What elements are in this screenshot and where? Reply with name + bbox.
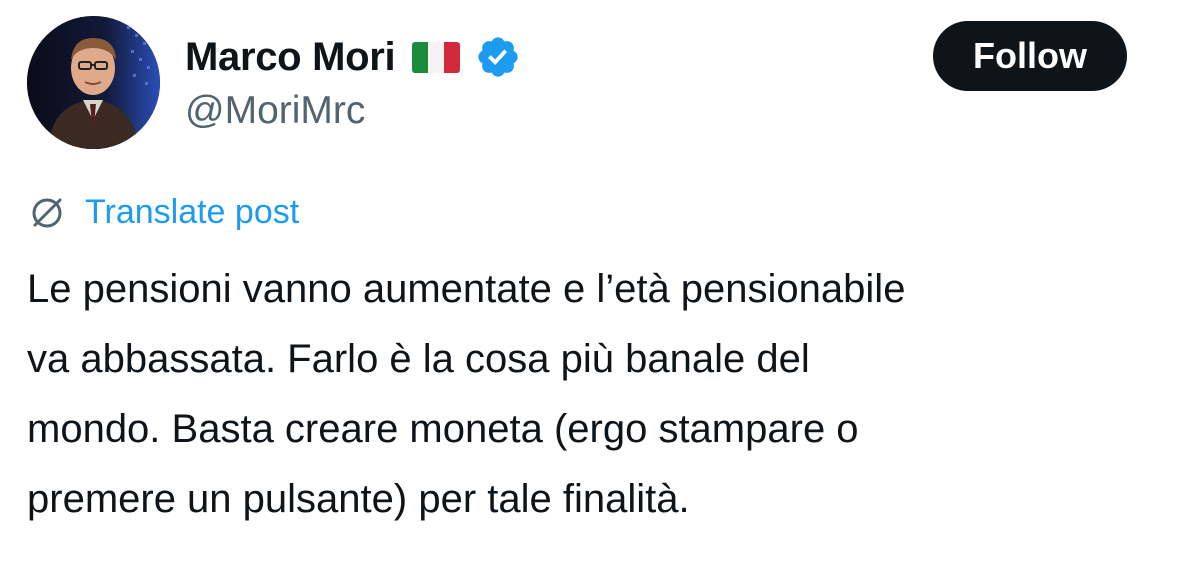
post-text-line: Le pensioni vanno aumentate e l’età pens… [27, 267, 906, 311]
avatar[interactable] [27, 16, 160, 149]
author-name-row: Marco Mori [185, 30, 521, 84]
post-text-line: premere un pulsante) per tale finalità. [27, 477, 690, 521]
translate-post-link[interactable]: Translate post [27, 190, 299, 234]
author-handle[interactable]: @MoriMrc [185, 89, 365, 133]
author-display-name[interactable]: Marco Mori [185, 35, 396, 80]
follow-button[interactable]: Follow [933, 21, 1127, 91]
translate-post-label: Translate post [85, 192, 300, 231]
post-text-line: va abbassata. Farlo è la cosa più banale… [27, 337, 810, 381]
verified-badge-icon [478, 37, 519, 77]
post-text-line: mondo. Basta creare moneta (ergo stampar… [27, 407, 859, 451]
italy-flag-icon [412, 41, 461, 73]
post-text: Le pensioni vanno aumentate e l’età pens… [27, 254, 1167, 534]
globe-slash-icon [32, 198, 62, 228]
